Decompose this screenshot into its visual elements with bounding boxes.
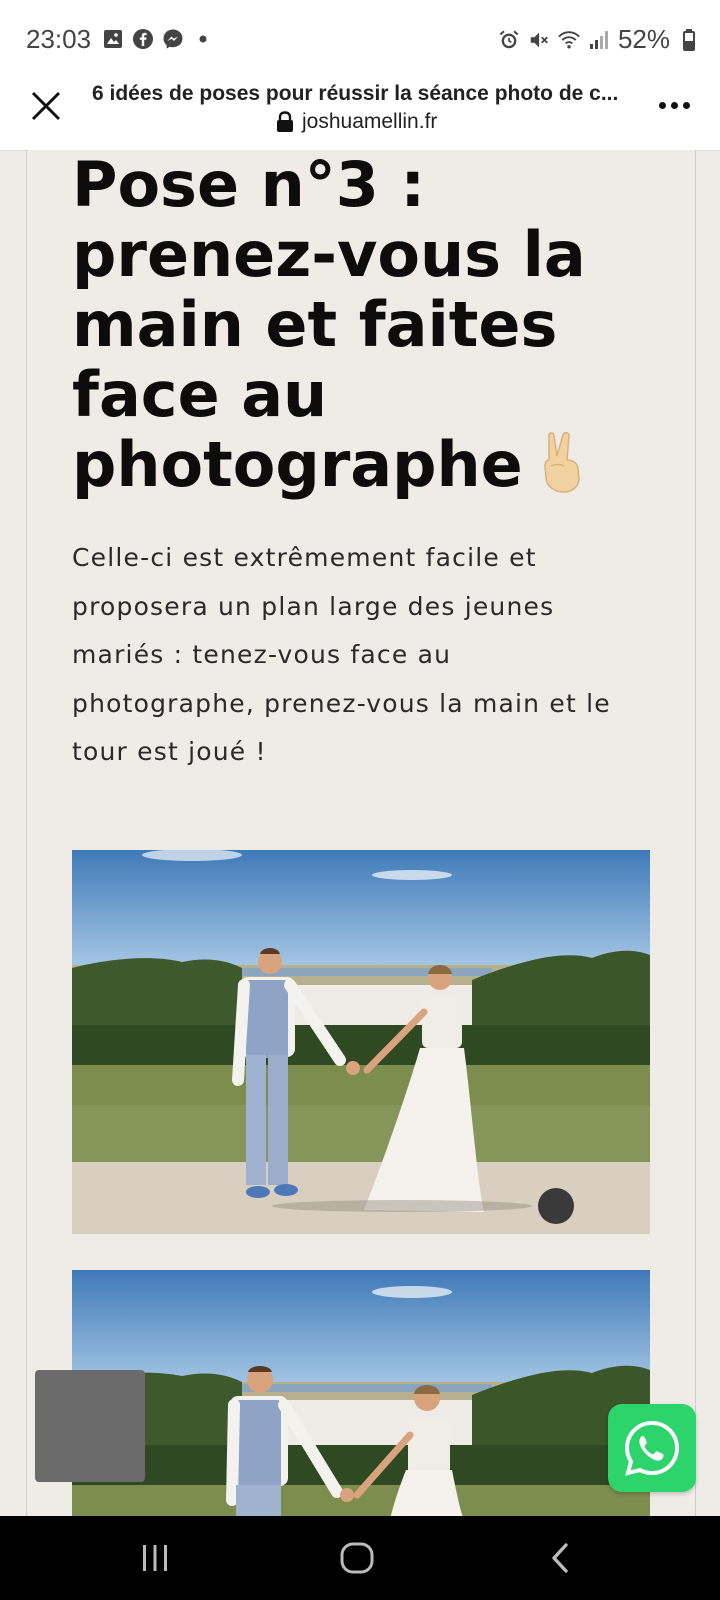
wifi-icon: [558, 29, 580, 51]
image-icon: [102, 28, 124, 50]
heading-line: Pose n°3 :: [72, 150, 426, 221]
paragraph-line: mariés : tenez-vous face au: [72, 640, 452, 669]
wedding-photo-2[interactable]: [72, 1270, 650, 1516]
whatsapp-button[interactable]: [608, 1404, 696, 1492]
page-title: 6 idées de poses pour réussir la séance …: [92, 82, 619, 105]
back-button[interactable]: [500, 1516, 620, 1600]
domain-row[interactable]: joshuamellin.fr: [276, 110, 437, 134]
domain-text: joshuamellin.fr: [302, 110, 438, 133]
paragraph-line: proposera un plan large des jeunes: [72, 591, 555, 621]
side-panel-tab[interactable]: [35, 1370, 145, 1482]
more-options-icon: [658, 101, 666, 109]
more-options-dot: [670, 101, 678, 109]
heading-line: face au: [72, 358, 328, 431]
system-nav-bar: [0, 1516, 720, 1600]
signal-icon: [588, 29, 610, 51]
whatsapp-icon: [624, 1420, 680, 1476]
victory-hand-icon: [537, 430, 587, 508]
recents-icon: [143, 1545, 167, 1571]
heading-line: photographe: [72, 428, 523, 502]
home-icon: [340, 1542, 374, 1574]
paragraph-line: tour est joué !: [72, 737, 267, 766]
article-content: Pose n°3 : prenez-vous la main et faites…: [26, 150, 696, 1516]
messenger-icon: [162, 28, 184, 50]
status-left-icons: [102, 28, 214, 50]
paragraph-line: Celle-ci est extrêmement facile et: [72, 543, 537, 572]
heading-line-last: photographe: [72, 430, 672, 508]
battery-percent: 52%: [617, 24, 670, 54]
battery-icon: [678, 28, 700, 51]
recents-button[interactable]: [95, 1516, 215, 1600]
close-icon: [31, 91, 61, 121]
more-options-button[interactable]: [654, 90, 694, 120]
close-button[interactable]: [24, 84, 68, 128]
status-right: 52%: [498, 24, 700, 55]
heading-line: main et faites: [72, 288, 558, 361]
heading-line: prenez-vous la: [72, 218, 586, 291]
facebook-icon: [132, 28, 154, 50]
paragraph-line: photographe, prenez-vous la main et le: [72, 688, 611, 718]
wedding-photo-image: [72, 1270, 650, 1516]
status-time: 23:03: [26, 24, 92, 54]
carousel-indicator[interactable]: [538, 1188, 574, 1224]
browser-header: 6 idées de poses pour réussir la séance …: [0, 82, 720, 151]
alarm-icon: [498, 29, 520, 51]
wedding-photo-1[interactable]: [72, 850, 650, 1234]
status-bar: 23:03 52%: [0, 0, 720, 82]
mute-icon: [528, 29, 550, 51]
home-button[interactable]: [297, 1516, 417, 1600]
lock-icon: [277, 111, 293, 132]
more-options-dot: [682, 101, 690, 109]
wedding-photo-image: [72, 850, 650, 1234]
article-paragraph: Celle-ci est extrêmement facile et propo…: [72, 534, 652, 777]
dot-icon: [192, 28, 214, 50]
article-heading: Pose n°3 : prenez-vous la main et faites…: [72, 150, 672, 508]
back-icon: [552, 1543, 568, 1573]
